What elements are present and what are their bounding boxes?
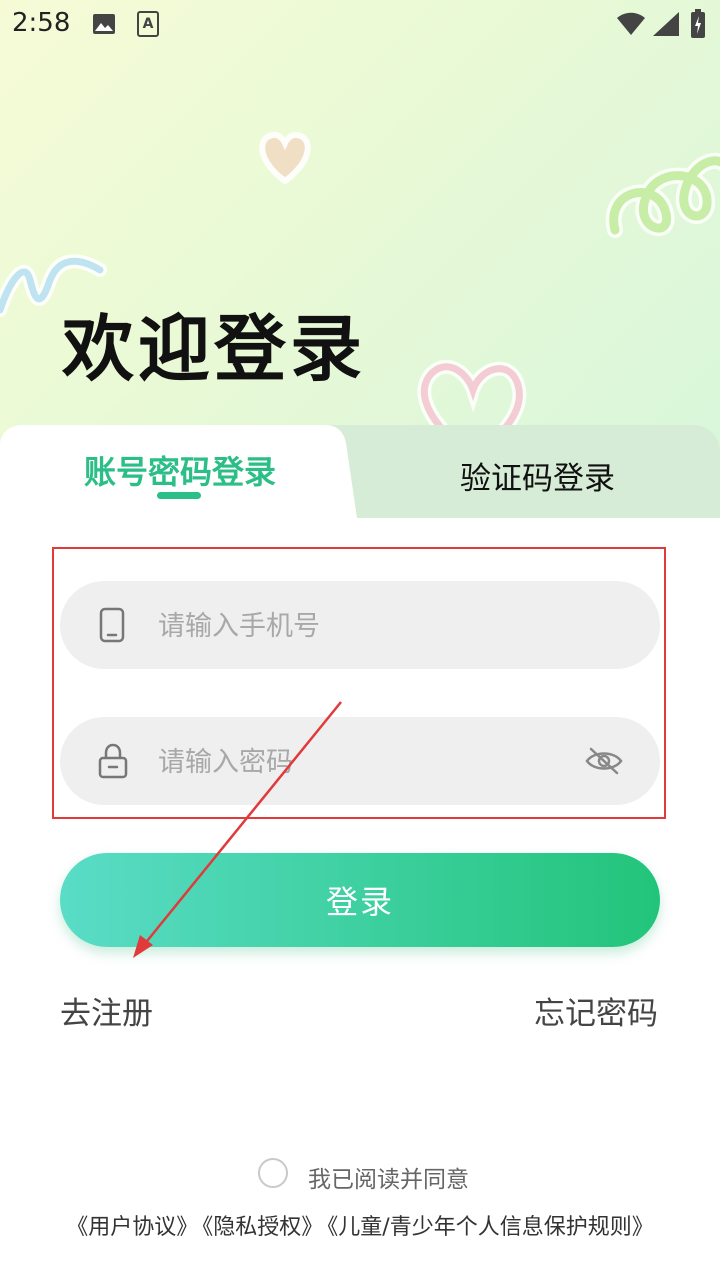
agreement-label: 我已阅读并同意	[308, 1167, 469, 1193]
status-time: 2:58	[12, 8, 71, 38]
agreement-checkbox[interactable]	[258, 1158, 288, 1188]
child-privacy-rules-link[interactable]: 《儿童/青少年个人信息保护规则》	[327, 1215, 653, 1240]
image-icon	[93, 14, 115, 34]
policy-links: 《用户协议》 《隐私授权》 《儿童/青少年个人信息保护规则》	[0, 1209, 720, 1241]
page-title: 欢迎登录	[62, 307, 367, 391]
phone-input[interactable]	[156, 599, 580, 653]
spiral-doodle-icon	[605, 152, 720, 238]
svg-text:A: A	[143, 16, 154, 32]
register-link[interactable]: 去注册	[60, 988, 153, 1033]
tab-sms-login[interactable]: 验证码登录	[300, 425, 720, 520]
login-button[interactable]: 登录	[60, 853, 660, 947]
wifi-icon	[617, 12, 645, 35]
forgot-password-link[interactable]: 忘记密码	[534, 988, 658, 1033]
signal-icon	[653, 12, 679, 36]
lock-icon	[98, 743, 128, 779]
tab-sms-login-label: 验证码登录	[460, 461, 615, 497]
text-a-icon: A	[137, 11, 159, 37]
user-agreement-link[interactable]: 《用户协议》	[66, 1215, 198, 1240]
tab-password-login-label: 账号密码登录	[84, 453, 277, 491]
login-tabs: 验证码登录 账号密码登录	[0, 425, 720, 525]
status-bar: 2:58 A	[0, 0, 720, 50]
password-input[interactable]	[156, 735, 560, 789]
phone-field[interactable]	[60, 581, 660, 669]
password-field[interactable]	[60, 717, 660, 805]
eye-off-icon[interactable]	[584, 745, 624, 777]
phone-icon	[99, 607, 125, 643]
battery-icon	[691, 9, 705, 38]
privacy-authorization-link[interactable]: 《隐私授权》	[202, 1215, 323, 1240]
heart-doodle-icon	[259, 131, 311, 185]
active-tab-indicator	[157, 492, 201, 499]
